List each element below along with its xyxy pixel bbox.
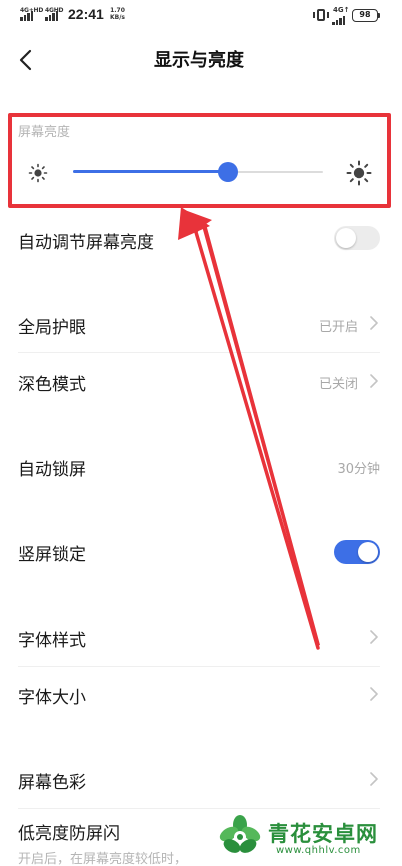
dark-mode-label: 深色模式 (18, 375, 86, 395)
font-style-label: 字体样式 (18, 631, 86, 651)
signal-icon: 4G+HD (20, 7, 43, 21)
network-speed-unit: KB/s (110, 14, 125, 21)
chevron-right-icon (370, 374, 378, 388)
screen-color-label: 屏幕色彩 (18, 773, 86, 793)
eye-care-value: 已开启 (318, 320, 358, 335)
sim3-network-label: 4G↑ (333, 6, 350, 14)
vibrate-icon (313, 9, 329, 21)
page-title: 显示与亮度 (154, 50, 244, 71)
network-speed: 1.70 KB/s (110, 7, 125, 21)
portrait-lock-label: 竖屏锁定 (18, 545, 86, 565)
auto-lock-value: 30分钟 (337, 462, 380, 477)
auto-brightness-label: 自动调节屏幕亮度 (18, 233, 154, 253)
chevron-right-icon (370, 316, 378, 330)
watermark-url: www.qhhlv.com (276, 845, 361, 856)
divider (18, 808, 380, 809)
network-speed-value: 1.70 (110, 7, 125, 14)
low-brightness-flicker-description: 开启后，在屏幕亮度较低时， (18, 852, 188, 866)
divider (18, 352, 380, 353)
divider (18, 666, 380, 667)
eye-care-label: 全局护眼 (18, 318, 86, 338)
low-brightness-flicker-label: 低亮度防屏闪 (18, 824, 120, 844)
portrait-lock-toggle[interactable] (334, 540, 380, 564)
watermark: 青花安卓网 www.qhhlv.com (216, 810, 396, 860)
flower-logo-icon (219, 815, 261, 853)
toggle-knob (358, 542, 378, 562)
sun-small-icon (28, 163, 48, 183)
brightness-slider-thumb[interactable] (218, 162, 238, 182)
dark-mode-value: 已关闭 (318, 377, 358, 392)
battery-level: 98 (359, 10, 371, 19)
brightness-section-label: 屏幕亮度 (18, 125, 71, 140)
chevron-right-icon (370, 687, 378, 701)
battery-cap (378, 13, 380, 18)
chevron-right-icon (370, 630, 378, 644)
battery-icon: 98 (352, 9, 378, 22)
status-clock: 22:41 (68, 6, 104, 22)
watermark-name: 青花安卓网 (268, 822, 378, 846)
status-bar: 4G+HD 4GHD 22:41 1.70 KB/s 4G↑ 98 (0, 0, 402, 30)
auto-brightness-toggle[interactable] (334, 226, 380, 250)
brightness-slider-fill (73, 170, 228, 173)
signal-icon: 4GHD (45, 7, 65, 21)
toggle-knob (336, 228, 356, 248)
signal-icon (332, 16, 345, 25)
sun-large-icon (346, 160, 372, 186)
font-size-label: 字体大小 (18, 688, 86, 708)
auto-lock-label: 自动锁屏 (18, 460, 86, 480)
chevron-right-icon (370, 772, 378, 786)
